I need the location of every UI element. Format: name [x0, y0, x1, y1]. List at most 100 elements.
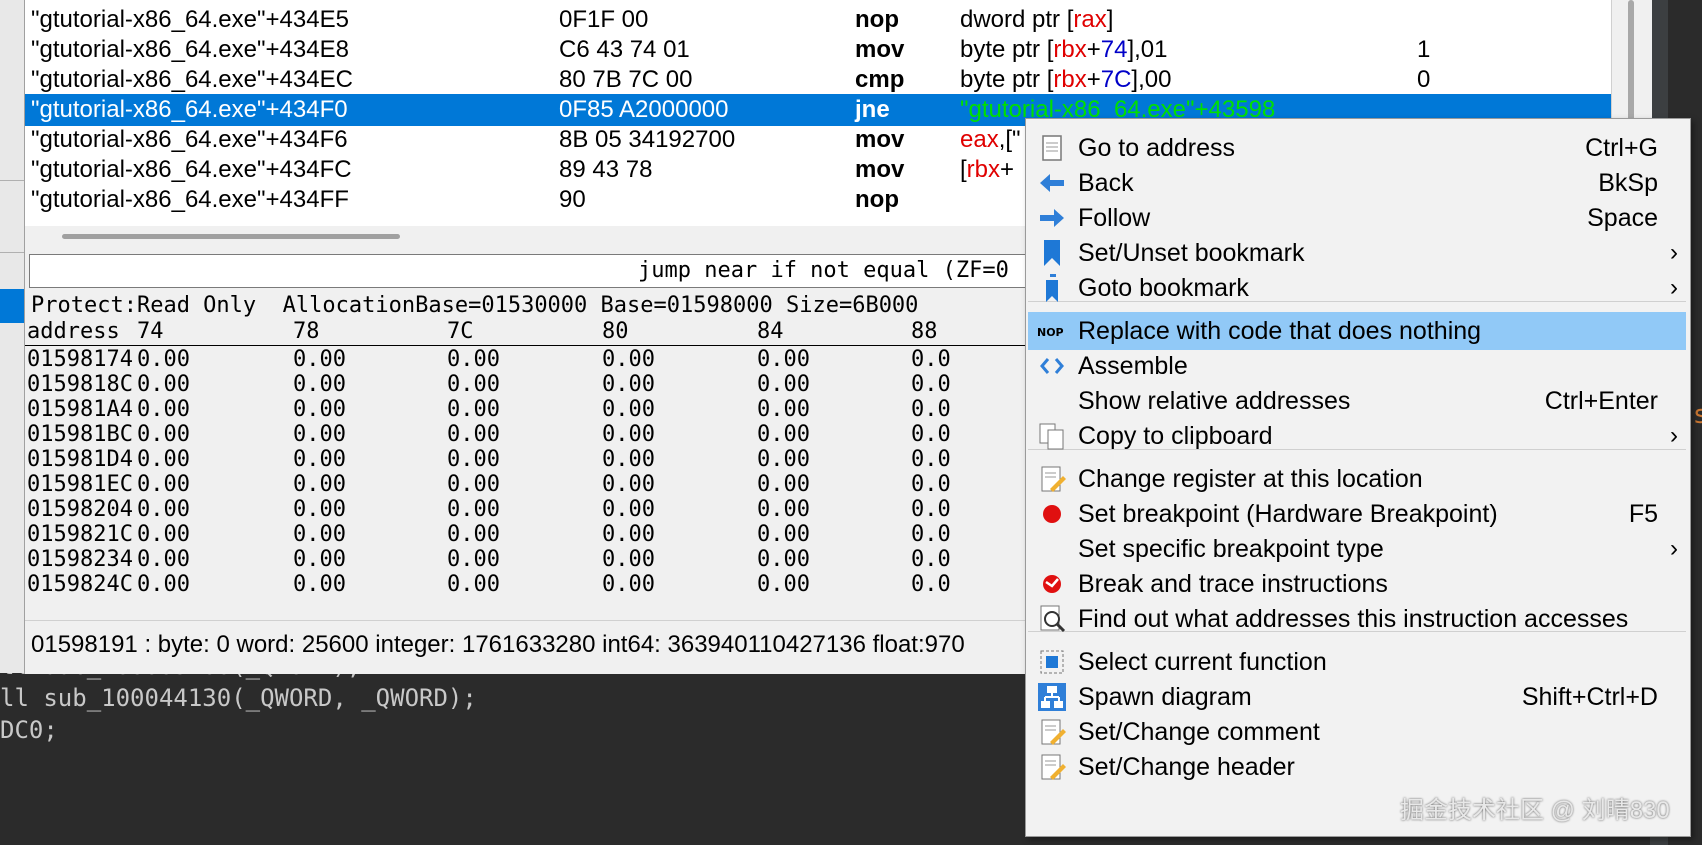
disasm-address: "gtutorial-x86_64.exe"+434FC	[31, 156, 352, 183]
memory-cell: 0.00	[293, 397, 346, 422]
goto-bookmark-icon	[1036, 272, 1068, 304]
edit-document-icon	[1036, 463, 1068, 495]
menu-item-set-unset-bookmark[interactable]: Set/Unset bookmark ›	[1028, 234, 1686, 272]
menu-item-select-current-function[interactable]: Select current function	[1028, 643, 1686, 681]
disasm-opcode: mov	[855, 156, 905, 183]
memory-address: 015981EC	[27, 472, 133, 497]
memory-cell: 0.00	[757, 522, 810, 547]
memory-address: 0159824C	[27, 572, 133, 597]
menu-item-set-change-comment[interactable]: Set/Change comment	[1028, 713, 1686, 751]
code-brackets-icon	[1036, 350, 1068, 382]
menu-item-shortcut: Shift+Ctrl+D	[1521, 683, 1658, 711]
menu-item-label: Set/Unset bookmark	[1078, 239, 1305, 267]
memory-cell: 0.00	[447, 472, 500, 497]
menu-item-break-and-trace-instructions[interactable]: Break and trace instructions	[1028, 565, 1686, 603]
disasm-row[interactable]: "gtutorial-x86_64.exe"+434E8 C6 43 74 01…	[25, 34, 1611, 66]
select-function-icon	[1036, 646, 1068, 678]
memory-cell: 0.00	[293, 422, 346, 447]
disasm-address: "gtutorial-x86_64.exe"+434E8	[31, 36, 349, 63]
memory-address: 01598234	[27, 547, 133, 572]
background-code-editor: ll sub_100003B60(_QWORD); ll sub_1000441…	[0, 650, 1050, 845]
scrollbar-thumb[interactable]	[62, 234, 400, 239]
disasm-comment: 1	[1417, 36, 1431, 63]
submenu-arrow-icon: ›	[1670, 274, 1678, 301]
memory-cell: 0.00	[602, 572, 655, 597]
menu-item-replace-with-code-that-does-nothing[interactable]: NOP Replace with code that does nothing	[1028, 312, 1686, 350]
disasm-address: "gtutorial-x86_64.exe"+434F0	[31, 96, 348, 123]
memory-address: 0159821C	[27, 522, 133, 547]
menu-item-shortcut: F5	[1628, 500, 1658, 528]
memory-cell: 0.00	[137, 547, 190, 572]
memory-cell: 0.0	[911, 522, 951, 547]
memory-address: 01598174	[27, 347, 133, 372]
copy-icon	[1036, 420, 1068, 452]
memory-cell: 0.00	[447, 397, 500, 422]
menu-item-find-out-what-addresses-this-instruction-accesses[interactable]: Find out what addresses this instruction…	[1028, 600, 1686, 638]
submenu-arrow-icon: ›	[1670, 422, 1678, 449]
menu-item-label: Select current function	[1078, 648, 1327, 676]
menu-item-set-breakpoint-hardware-breakpoint[interactable]: Set breakpoint (Hardware Breakpoint) F5	[1028, 495, 1686, 533]
disasm-args: byte ptr [rbx+74],01	[960, 36, 1168, 63]
context-menu: Go to address Ctrl+G Back BkSp Follow Space Se…	[1025, 118, 1691, 837]
menu-item-follow[interactable]: Follow Space	[1028, 199, 1686, 237]
memory-cell: 0.00	[602, 497, 655, 522]
menu-item-label: Set/Change header	[1078, 753, 1295, 781]
menu-item-label: Assemble	[1078, 352, 1188, 380]
memory-cell: 0.00	[293, 472, 346, 497]
memory-cell: 0.00	[602, 372, 655, 397]
disasm-args: dword ptr [rax]	[960, 6, 1114, 33]
memory-cell: 0.00	[757, 422, 810, 447]
memory-cell: 0.00	[757, 472, 810, 497]
memory-cell: 0.00	[137, 472, 190, 497]
menu-item-spawn-diagram[interactable]: Spawn diagram Shift+Ctrl+D	[1028, 678, 1686, 716]
menu-item-label: Change register at this location	[1078, 465, 1423, 493]
disasm-row[interactable]: "gtutorial-x86_64.exe"+434EC 80 7B 7C 00…	[25, 64, 1611, 96]
disasm-address: "gtutorial-x86_64.exe"+434EC	[31, 66, 353, 93]
magnifier-icon	[1036, 603, 1068, 635]
disasm-args: eax,["	[960, 126, 1021, 153]
disasm-bytes: 0F1F 00	[559, 6, 649, 33]
memory-cell: 0.00	[137, 522, 190, 547]
memory-cell: 0.00	[293, 572, 346, 597]
menu-item-go-to-address[interactable]: Go to address Ctrl+G	[1028, 129, 1686, 167]
memory-cell: 0.00	[447, 522, 500, 547]
disasm-opcode: jne	[855, 96, 890, 123]
memory-cell: 0.00	[137, 422, 190, 447]
menu-item-goto-bookmark[interactable]: Goto bookmark ›	[1028, 269, 1686, 307]
disasm-opcode: nop	[855, 186, 899, 213]
menu-item-label: Spawn diagram	[1078, 683, 1252, 711]
menu-item-assemble[interactable]: Assemble	[1028, 347, 1686, 385]
menu-item-label: Back	[1078, 169, 1134, 197]
arrow-right-icon	[1036, 202, 1068, 234]
menu-item-set-change-header[interactable]: Set/Change header	[1028, 748, 1686, 786]
menu-item-label: Find out what addresses this instruction…	[1078, 605, 1629, 633]
disasm-row[interactable]: "gtutorial-x86_64.exe"+434E5 0F1F 00 nop…	[25, 4, 1611, 36]
memory-cell: 0.00	[447, 422, 500, 447]
memory-cell: 0.00	[293, 497, 346, 522]
menu-item-set-specific-breakpoint-type[interactable]: Set specific breakpoint type ›	[1028, 530, 1686, 568]
menu-item-label: Set/Change comment	[1078, 718, 1320, 746]
menu-item-label: Break and trace instructions	[1078, 570, 1388, 598]
breakpoint-dot-icon	[1036, 498, 1068, 530]
code-line: DC0;	[0, 716, 58, 744]
memory-address: 015981BC	[27, 422, 133, 447]
memory-cell: 0.00	[757, 447, 810, 472]
disasm-args: [rbx+	[960, 156, 1015, 183]
edit-document-icon	[1036, 751, 1068, 783]
memory-region-info: Protect:Read Only AllocationBase=0153000…	[31, 293, 919, 318]
menu-item-label: Set breakpoint (Hardware Breakpoint)	[1078, 500, 1498, 528]
disasm-bytes: 0F85 A2000000	[559, 96, 729, 123]
disasm-args: byte ptr [rbx+7C],00	[960, 66, 1172, 93]
menu-item-change-register-at-this-location[interactable]: Change register at this location	[1028, 460, 1686, 498]
menu-item-copy-to-clipboard[interactable]: Copy to clipboard ›	[1028, 417, 1686, 455]
menu-item-label: Show relative addresses	[1078, 387, 1351, 415]
menu-item-back[interactable]: Back BkSp	[1028, 164, 1686, 202]
memory-cell: 0.00	[447, 547, 500, 572]
memory-cell: 0.00	[757, 347, 810, 372]
memory-cell: 0.00	[137, 447, 190, 472]
memory-cell: 0.00	[293, 347, 346, 372]
memory-cell: 0.0	[911, 547, 951, 572]
memory-cell: 0.00	[602, 522, 655, 547]
submenu-arrow-icon: ›	[1670, 535, 1678, 562]
menu-item-show-relative-addresses[interactable]: Show relative addresses Ctrl+Enter	[1028, 382, 1686, 420]
